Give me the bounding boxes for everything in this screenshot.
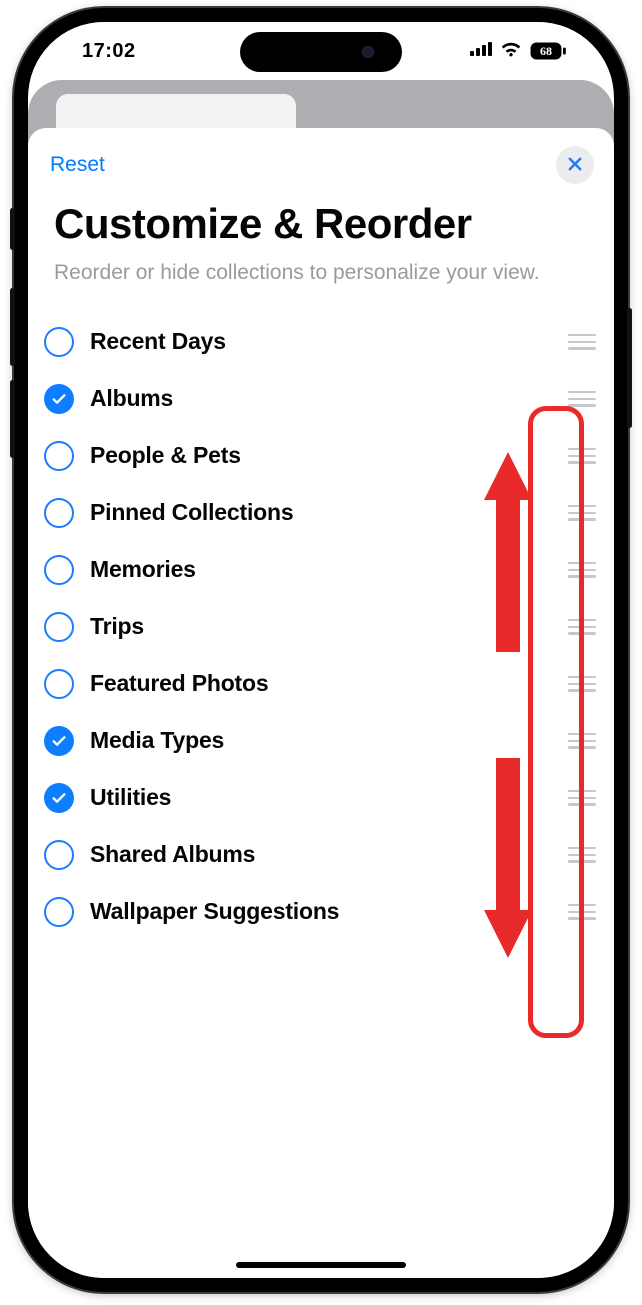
drag-handle-icon[interactable] [568,332,596,352]
toggle-checkbox[interactable] [44,441,74,471]
list-item: Media Types [44,712,596,769]
list-item-label: Featured Photos [90,670,552,697]
battery-icon: 68 [530,42,566,60]
status-time: 17:02 [82,40,136,63]
page-subtitle: Reorder or hide collections to personali… [54,259,588,287]
title-block: Customize & Reorder Reorder or hide coll… [28,184,614,287]
list-item: Trips [44,598,596,655]
list-item-label: Shared Albums [90,841,552,868]
drag-handle-icon[interactable] [568,731,596,751]
toggle-checkbox[interactable] [44,726,74,756]
list-item-label: Memories [90,556,552,583]
drag-handle-icon[interactable] [568,446,596,466]
toggle-checkbox[interactable] [44,384,74,414]
drag-handle-icon[interactable] [568,845,596,865]
list-item: Memories [44,541,596,598]
wifi-icon [500,41,522,62]
list-item: People & Pets [44,427,596,484]
drag-handle-icon[interactable] [568,617,596,637]
list-item-label: Albums [90,385,552,412]
drag-handle-icon[interactable] [568,788,596,808]
list-item: Shared Albums [44,826,596,883]
sheet-header: Reset [28,142,614,184]
dynamic-island [240,32,402,72]
status-icons: 68 [470,41,566,62]
collections-list: Recent Days Albums People & Pets Pinned Col… [28,313,614,940]
home-indicator[interactable] [236,1262,406,1268]
battery-percent-text: 68 [540,44,552,58]
list-item: Pinned Collections [44,484,596,541]
side-button-power [627,308,632,428]
side-button-volume-up [10,288,15,366]
close-button[interactable] [556,146,594,184]
list-item-label: Utilities [90,784,552,811]
drag-handle-icon[interactable] [568,674,596,694]
drag-handle-icon[interactable] [568,902,596,922]
list-item: Featured Photos [44,655,596,712]
list-item: Wallpaper Suggestions [44,883,596,940]
toggle-checkbox[interactable] [44,783,74,813]
customize-sheet: Reset Customize & Reorder Reorder or hid… [28,128,614,1278]
screen: 17:02 68 Reset [28,22,614,1278]
drag-handle-icon[interactable] [568,560,596,580]
side-button-volume-down [10,380,15,458]
list-item-label: Pinned Collections [90,499,552,526]
side-button-silent [10,208,15,250]
page-title: Customize & Reorder [54,200,588,247]
reset-button[interactable]: Reset [50,153,105,177]
toggle-checkbox[interactable] [44,327,74,357]
drag-handle-icon[interactable] [568,503,596,523]
toggle-checkbox[interactable] [44,498,74,528]
list-item-label: Trips [90,613,552,640]
list-item-label: Recent Days [90,328,552,355]
toggle-checkbox[interactable] [44,669,74,699]
toggle-checkbox[interactable] [44,897,74,927]
list-item: Utilities [44,769,596,826]
list-item: Albums [44,370,596,427]
status-bar: 17:02 68 [28,22,614,80]
list-item-label: Media Types [90,727,552,754]
toggle-checkbox[interactable] [44,555,74,585]
toggle-checkbox[interactable] [44,840,74,870]
list-item-label: Wallpaper Suggestions [90,898,552,925]
drag-handle-icon[interactable] [568,389,596,409]
list-item: Recent Days [44,313,596,370]
cellular-icon [470,42,492,61]
list-item-label: People & Pets [90,442,552,469]
toggle-checkbox[interactable] [44,612,74,642]
close-icon [566,155,584,176]
